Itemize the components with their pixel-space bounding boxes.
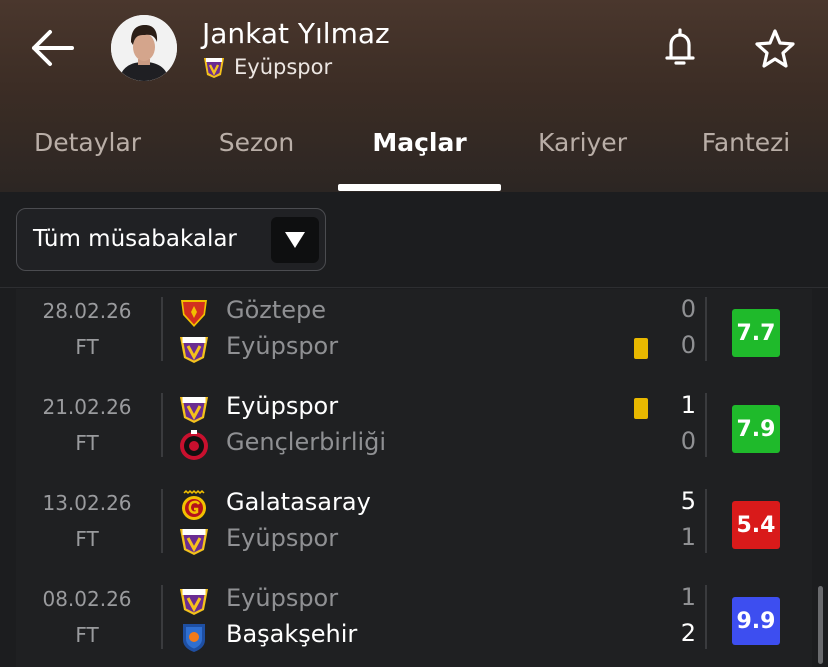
notification-button[interactable] [656,24,704,72]
home-score: 0 [680,295,696,323]
player-rating-badge: 7.7 [732,309,780,357]
home-score: 1 [680,391,696,419]
home-score: 5 [680,487,696,515]
genclerbirligi-logo-icon [180,430,208,460]
match-status: FT [75,335,99,359]
back-button[interactable] [26,24,78,72]
player-rating-badge: 7.9 [732,405,780,453]
divider [705,585,707,649]
bell-icon [665,28,695,65]
dropdown-selected-label: Tüm müsabakalar [33,226,237,252]
away-team-name: Başakşehir [226,620,358,648]
home-team-row: Galatasaray 5 [178,487,698,521]
match-row[interactable]: 08.02.26 FT Eyüpspor 1 Başakşehir 2 9.9 [16,581,812,667]
divider [705,297,707,361]
home-team-name: Galatasaray [226,488,371,516]
tab-fantezi[interactable]: Fantezi [680,120,812,192]
away-team-row: Eyüpspor 1 [178,523,698,557]
home-team-name: Göztepe [226,296,327,324]
basaksehir-logo-icon [183,624,205,652]
match-date: 13.02.26 [42,491,132,515]
away-score: 2 [680,619,696,647]
away-team-row: Eyüpspor 0 [178,331,698,365]
player-name: Jankat Yılmaz [202,17,390,50]
team-name: Eyüpspor [234,55,333,79]
match-row[interactable]: 28.02.26 FT Göztepe 0 Eyüpspor 0 7.7 [16,293,812,389]
away-team-row: Başakşehir 2 [178,619,698,653]
home-team-name: Eyüpspor [226,392,339,420]
galatasaray-logo-icon [182,489,206,520]
arrow-left-icon [32,30,74,66]
filter-bar: Tüm müsabakalar [0,192,828,288]
match-status: FT [75,431,99,455]
match-status: FT [75,623,99,647]
away-score: 1 [680,523,696,551]
away-team-name: Eyüpspor [226,332,339,360]
away-score: 0 [680,427,696,455]
player-rating-badge: 5.4 [732,501,780,549]
tab-maclar[interactable]: Maçlar [338,120,501,192]
match-row[interactable]: 21.02.26 FT Eyüpspor 1 Gençlerbirliği 0 [16,389,812,485]
player-rating-badge: 9.9 [732,597,780,645]
home-team-row: Eyüpspor 1 [178,391,698,425]
player-avatar [111,15,177,81]
divider [161,297,163,361]
scrollbar[interactable] [818,586,823,664]
tab-bar: Detaylar Sezon Maçlar Kariyer Fantezi [0,120,828,192]
favorite-button[interactable] [750,24,800,74]
match-status: FT [75,527,99,551]
match-date: 08.02.26 [42,587,132,611]
eyupspor-logo-icon [204,58,224,78]
match-row[interactable]: 13.02.26 FT Galatasaray 5 Eyüpspor 1 5.4 [16,485,812,581]
home-team-name: Eyüpspor [226,584,339,612]
divider [705,489,707,553]
away-team-row: Gençlerbirliği 0 [178,427,698,461]
competition-filter-dropdown[interactable]: Tüm müsabakalar [16,208,326,271]
divider [161,585,163,649]
yellow-card-icon [634,398,648,419]
tab-detaylar[interactable]: Detaylar [20,120,155,192]
away-score: 0 [680,331,696,359]
away-team-name: Gençlerbirliği [226,428,387,456]
player-header: Jankat Yılmaz Eyüpspor Detaylar Sezon Ma… [0,0,828,192]
eyupspor-logo-icon [180,589,208,615]
match-date: 21.02.26 [42,395,132,419]
divider [161,489,163,553]
home-team-row: Eyüpspor 1 [178,583,698,617]
eyupspor-logo-icon [180,529,208,555]
tab-kariyer[interactable]: Kariyer [515,120,650,192]
match-list: 28.02.26 FT Göztepe 0 Eyüpspor 0 7.7 21.… [16,289,812,667]
eyupspor-logo-icon [180,337,208,363]
team-link[interactable]: Eyüpspor [202,55,332,79]
goztepe-logo-icon [181,300,207,327]
active-tab-indicator [338,184,501,191]
eyupspor-logo-icon [180,397,208,423]
triangle-down-icon [285,232,305,248]
star-icon [755,29,795,68]
dropdown-toggle[interactable] [271,217,319,263]
tab-sezon[interactable]: Sezon [195,120,318,192]
away-team-name: Eyüpspor [226,524,339,552]
match-date: 28.02.26 [42,299,132,323]
home-team-row: Göztepe 0 [178,295,698,329]
home-score: 1 [680,583,696,611]
divider [161,393,163,457]
divider [705,393,707,457]
yellow-card-icon [634,338,648,359]
